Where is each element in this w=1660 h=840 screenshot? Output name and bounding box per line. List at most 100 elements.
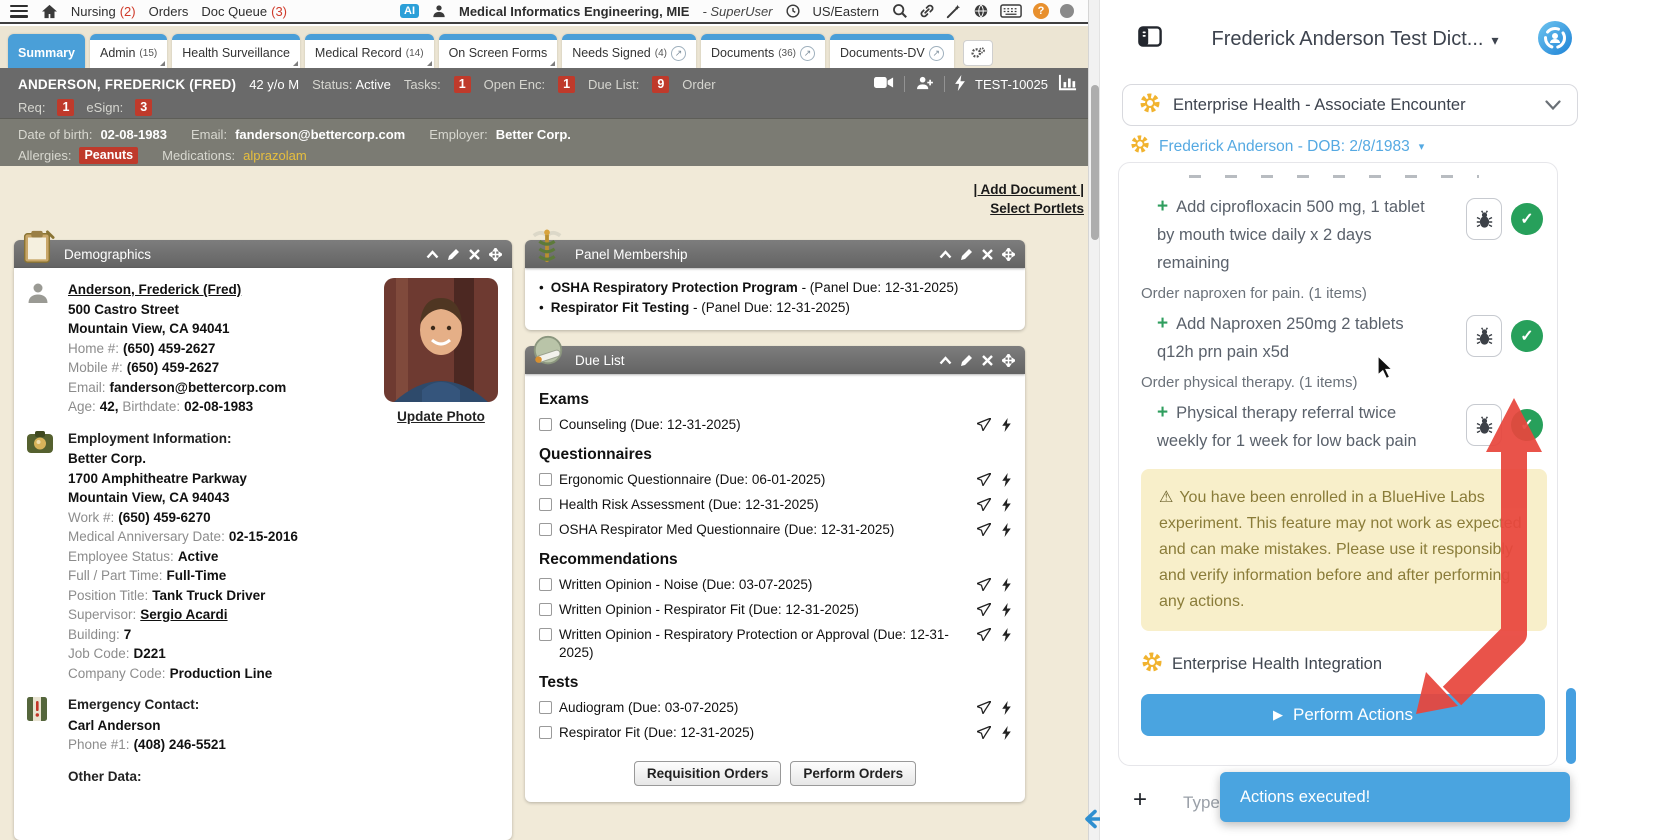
send-icon[interactable] — [977, 603, 991, 617]
send-icon[interactable] — [977, 701, 991, 715]
collapse-icon[interactable] — [939, 250, 952, 259]
bolt-icon[interactable] — [955, 75, 965, 94]
nav-nursing[interactable]: Nursing (2) — [71, 4, 136, 19]
tab-medical-record[interactable]: Medical Record (14) — [305, 34, 434, 68]
due-list-header[interactable]: Due List — [525, 346, 1025, 374]
edit-icon[interactable] — [961, 248, 973, 260]
nav-orders[interactable]: Orders — [149, 4, 189, 19]
tab-needs-signed[interactable]: Needs Signed (4) ↗ — [562, 34, 696, 68]
tab-on-screen-forms[interactable]: On Screen Forms — [439, 34, 558, 68]
req-badge[interactable]: 1 — [57, 99, 74, 116]
tab-health-surveillance[interactable]: Health Surveillance — [172, 34, 300, 68]
encounter-selector[interactable]: Enterprise Health - Associate Encounter — [1122, 84, 1578, 126]
checkbox[interactable] — [539, 578, 552, 591]
esign-badge[interactable]: 3 — [135, 99, 152, 116]
bolt-icon[interactable] — [1002, 523, 1011, 537]
bolt-icon[interactable] — [1002, 473, 1011, 487]
add-person-icon[interactable] — [915, 76, 934, 93]
scrollbar-thumb[interactable] — [1091, 85, 1099, 240]
close-icon[interactable] — [469, 249, 480, 260]
debug-button[interactable] — [1466, 315, 1502, 357]
patient-name-link[interactable]: Anderson, Frederick (Fred) — [68, 282, 241, 297]
tab-documents-dv[interactable]: Documents-DV ↗ — [830, 34, 954, 68]
popout-icon[interactable]: ↗ — [929, 46, 944, 61]
organization-name[interactable]: Medical Informatics Engineering, MIE — [459, 4, 689, 19]
popout-icon[interactable]: ↗ — [800, 46, 815, 61]
globe-icon[interactable] — [973, 3, 989, 19]
checkbox[interactable] — [539, 523, 552, 536]
checkbox[interactable] — [539, 701, 552, 714]
send-icon[interactable] — [977, 578, 991, 592]
link-icon[interactable] — [919, 3, 935, 19]
send-icon[interactable] — [977, 628, 991, 642]
open-enc-badge[interactable]: 1 — [558, 76, 575, 93]
debug-button[interactable] — [1466, 404, 1502, 446]
bolt-icon[interactable] — [1002, 603, 1011, 617]
patient-name[interactable]: ANDERSON, FREDERICK (FRED) — [18, 77, 236, 92]
attach-plus-button[interactable]: + — [1133, 786, 1147, 814]
keyboard-icon[interactable] — [1000, 4, 1022, 18]
home-icon[interactable] — [41, 4, 58, 19]
send-icon[interactable] — [977, 726, 991, 740]
chart-icon[interactable] — [1058, 74, 1078, 94]
close-icon[interactable] — [982, 249, 993, 260]
bolt-icon[interactable] — [1002, 701, 1011, 715]
send-icon[interactable] — [977, 473, 991, 487]
perform-orders-button[interactable]: Perform Orders — [790, 761, 916, 786]
help-icon[interactable]: ? — [1033, 3, 1049, 19]
tasks-badge[interactable]: 1 — [454, 76, 471, 93]
checkbox[interactable] — [539, 498, 552, 511]
checkbox[interactable] — [539, 726, 552, 739]
panel-membership-header[interactable]: Panel Membership — [525, 240, 1025, 268]
message-input[interactable]: Type — [1183, 793, 1220, 813]
wand-icon[interactable] — [946, 3, 962, 19]
update-photo-link[interactable]: Update Photo — [397, 409, 485, 424]
checkbox[interactable] — [539, 473, 552, 486]
send-icon[interactable] — [977, 523, 991, 537]
search-icon[interactable] — [892, 3, 908, 19]
nav-doc-queue[interactable]: Doc Queue (3) — [201, 4, 287, 19]
debug-button[interactable] — [1466, 198, 1502, 240]
bolt-icon[interactable] — [1002, 726, 1011, 740]
checkbox[interactable] — [539, 418, 552, 431]
bluehive-logo-icon[interactable] — [1537, 20, 1573, 61]
move-icon[interactable] — [489, 248, 502, 261]
demographics-header[interactable]: Demographics — [14, 240, 512, 268]
bolt-icon[interactable] — [1002, 628, 1011, 642]
move-icon[interactable] — [1002, 248, 1015, 261]
hamburger-menu-icon[interactable] — [10, 5, 28, 18]
tab-settings-button[interactable] — [963, 40, 993, 66]
move-icon[interactable] — [1002, 354, 1015, 367]
select-portlets-link[interactable]: Select Portlets — [973, 199, 1084, 218]
send-icon[interactable] — [977, 498, 991, 512]
tab-summary[interactable]: Summary — [8, 34, 85, 68]
bolt-icon[interactable] — [1002, 578, 1011, 592]
send-icon[interactable] — [977, 418, 991, 432]
session-title-dropdown[interactable]: Frederick Anderson Test Dict...▾ — [1180, 28, 1530, 51]
sidebar-toggle-icon[interactable] — [1138, 26, 1162, 52]
timezone-label[interactable]: US/Eastern — [813, 4, 879, 19]
video-camera-icon[interactable] — [874, 76, 894, 92]
checkbox[interactable] — [539, 603, 552, 616]
tab-admin[interactable]: Admin (15) — [90, 34, 167, 68]
collapse-icon[interactable] — [426, 250, 439, 259]
popout-icon[interactable]: ↗ — [671, 46, 686, 61]
tab-documents[interactable]: Documents (36) ↗ — [701, 34, 825, 68]
supervisor-link[interactable]: Sergio Acardi — [140, 607, 227, 622]
add-document-link[interactable]: | Add Document | — [973, 180, 1084, 199]
edit-icon[interactable] — [961, 354, 973, 366]
order-link[interactable]: Order — [682, 77, 715, 92]
edit-icon[interactable] — [448, 248, 460, 260]
window-scrollbar[interactable] — [1088, 0, 1100, 840]
bolt-icon[interactable] — [1002, 418, 1011, 432]
patient-context-dropdown[interactable]: Frederick Anderson - DOB: 2/8/1983 ▾ — [1130, 134, 1424, 159]
due-list-badge[interactable]: 9 — [652, 76, 669, 93]
ai-badge[interactable]: AI — [400, 4, 419, 18]
sidebar-scrollbar-thumb[interactable] — [1566, 688, 1576, 764]
medication-value[interactable]: alprazolam — [243, 148, 307, 163]
perform-actions-button[interactable]: ▶ Perform Actions — [1141, 694, 1545, 736]
allergy-badge[interactable]: Peanuts — [79, 147, 138, 164]
checkbox[interactable] — [539, 628, 552, 641]
collapse-icon[interactable] — [939, 356, 952, 365]
requisition-orders-button[interactable]: Requisition Orders — [634, 761, 782, 786]
